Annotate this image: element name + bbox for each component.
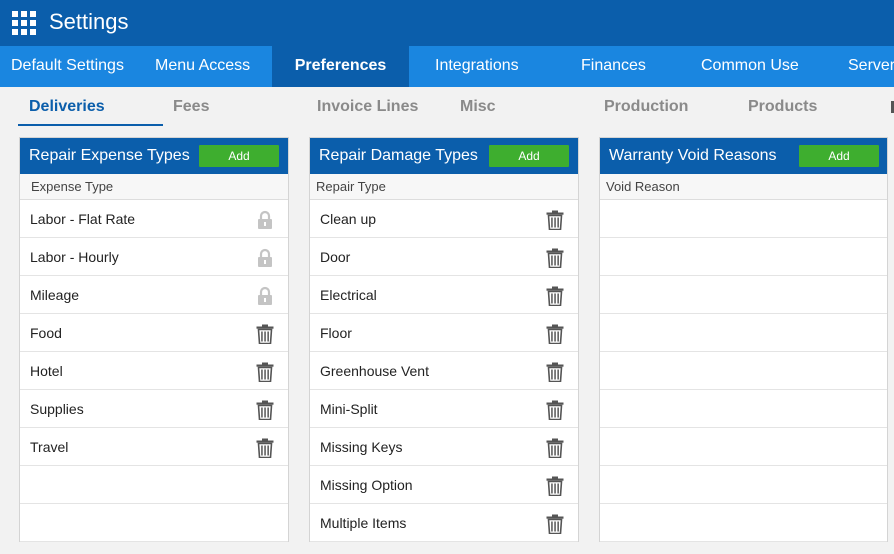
list-item: Food [20, 314, 288, 352]
tab-common-use[interactable]: Common Use [701, 46, 799, 87]
list-item-label: Clean up [320, 211, 377, 227]
empty-row [600, 504, 887, 542]
apps-grid-icon[interactable] [12, 11, 36, 35]
void-reason-list [600, 200, 887, 542]
trash-icon[interactable] [256, 400, 274, 421]
empty-row [600, 238, 887, 276]
empty-row [600, 428, 887, 466]
list-item: Missing Option [310, 466, 578, 504]
list-item-label: Missing Keys [320, 439, 403, 455]
list-item-label: Missing Option [320, 477, 413, 493]
panel-title: Warranty Void Reasons [609, 147, 777, 164]
expense-type-list: Labor - Flat Rate Labor - Hourly Mileage Fo… [20, 200, 288, 542]
trash-icon[interactable] [546, 210, 564, 231]
tab-default-settings[interactable]: Default Settings [11, 46, 124, 87]
empty-row [20, 504, 288, 542]
trash-icon[interactable] [546, 514, 564, 535]
tab-finances[interactable]: Finances [581, 46, 646, 87]
trash-icon[interactable] [256, 324, 274, 345]
column-header: Repair Type [310, 174, 578, 200]
sub-nav: Deliveries Fees Invoice Lines Misc Produ… [0, 87, 894, 129]
subtab-fees[interactable]: Fees [173, 98, 209, 116]
add-void-reason-button[interactable]: Add [799, 145, 879, 167]
list-item-label: Electrical [320, 287, 377, 303]
title-bar: Settings [0, 0, 894, 46]
tab-menu-access[interactable]: Menu Access [155, 46, 250, 87]
list-item-label: Food [30, 325, 62, 341]
subtab-invoice-lines[interactable]: Invoice Lines [317, 98, 418, 116]
tab-preferences[interactable]: Preferences [272, 46, 409, 87]
panel-header: Repair Damage Types Add [310, 138, 578, 174]
list-item-label: Door [320, 249, 351, 265]
list-item-label: Greenhouse Vent [320, 363, 429, 379]
lock-icon [256, 210, 274, 230]
page-title: Settings [49, 9, 129, 34]
empty-row [600, 390, 887, 428]
repair-expense-types-panel: Repair Expense Types Add Expense Type La… [19, 137, 289, 542]
lock-icon [256, 286, 274, 306]
list-item: Missing Keys [310, 428, 578, 466]
list-item-label: Travel [30, 439, 69, 455]
list-item-label: Labor - Hourly [30, 249, 119, 265]
list-item: Supplies [20, 390, 288, 428]
trash-icon[interactable] [546, 248, 564, 269]
warranty-void-reasons-panel: Warranty Void Reasons Add Void Reason [599, 137, 888, 542]
lock-icon [256, 248, 274, 268]
list-item-label: Mileage [30, 287, 80, 303]
empty-row [600, 200, 887, 238]
list-item: Floor [310, 314, 578, 352]
list-item-label: Supplies [30, 401, 84, 417]
list-item: Multiple Items [310, 504, 578, 542]
list-item: Greenhouse Vent [310, 352, 578, 390]
column-header: Void Reason [600, 174, 887, 200]
repair-damage-types-panel: Repair Damage Types Add Repair Type Clea… [309, 137, 579, 542]
add-expense-type-button[interactable]: Add [199, 145, 279, 167]
list-item: Labor - Hourly [20, 238, 288, 276]
list-item: Mini-Split [310, 390, 578, 428]
panel-header: Warranty Void Reasons Add [600, 138, 887, 174]
tab-integrations[interactable]: Integrations [435, 46, 519, 87]
list-item-label: Floor [320, 325, 352, 341]
subtab-misc[interactable]: Misc [460, 98, 496, 116]
list-item: Clean up [310, 200, 578, 238]
subtab-deliveries[interactable]: Deliveries [29, 98, 105, 116]
empty-row [600, 352, 887, 390]
trash-icon[interactable] [546, 476, 564, 497]
active-subtab-indicator [18, 124, 163, 126]
repair-type-list: Clean up Door Electrical Floor Greenhouse Ve… [310, 200, 578, 542]
empty-row [600, 276, 887, 314]
list-item: Door [310, 238, 578, 276]
column-header: Expense Type [20, 174, 288, 200]
list-item: Travel [20, 428, 288, 466]
list-item-label: Multiple Items [320, 515, 407, 531]
trash-icon[interactable] [546, 400, 564, 421]
empty-row [20, 466, 288, 504]
empty-row [600, 314, 887, 352]
list-item: Labor - Flat Rate [20, 200, 288, 238]
trash-icon[interactable] [546, 362, 564, 383]
subtab-products[interactable]: Products [748, 98, 817, 116]
panel-header: Repair Expense Types Add [20, 138, 288, 174]
empty-row [600, 466, 887, 504]
trash-icon[interactable] [546, 286, 564, 307]
panel-title: Repair Expense Types [29, 147, 190, 164]
trash-icon[interactable] [256, 362, 274, 383]
add-repair-type-button[interactable]: Add [489, 145, 569, 167]
tab-server[interactable]: Server [848, 46, 894, 87]
list-item: Electrical [310, 276, 578, 314]
subtab-production[interactable]: Production [604, 98, 688, 116]
trash-icon[interactable] [546, 324, 564, 345]
list-item: Hotel [20, 352, 288, 390]
panel-title: Repair Damage Types [319, 147, 478, 164]
list-item-label: Mini-Split [320, 401, 378, 417]
trash-icon[interactable] [546, 438, 564, 459]
list-item-label: Hotel [30, 363, 63, 379]
trash-icon[interactable] [256, 438, 274, 459]
list-item-label: Labor - Flat Rate [30, 211, 136, 227]
list-item: Mileage [20, 276, 288, 314]
main-nav: Default Settings Menu Access Preferences… [0, 46, 894, 87]
